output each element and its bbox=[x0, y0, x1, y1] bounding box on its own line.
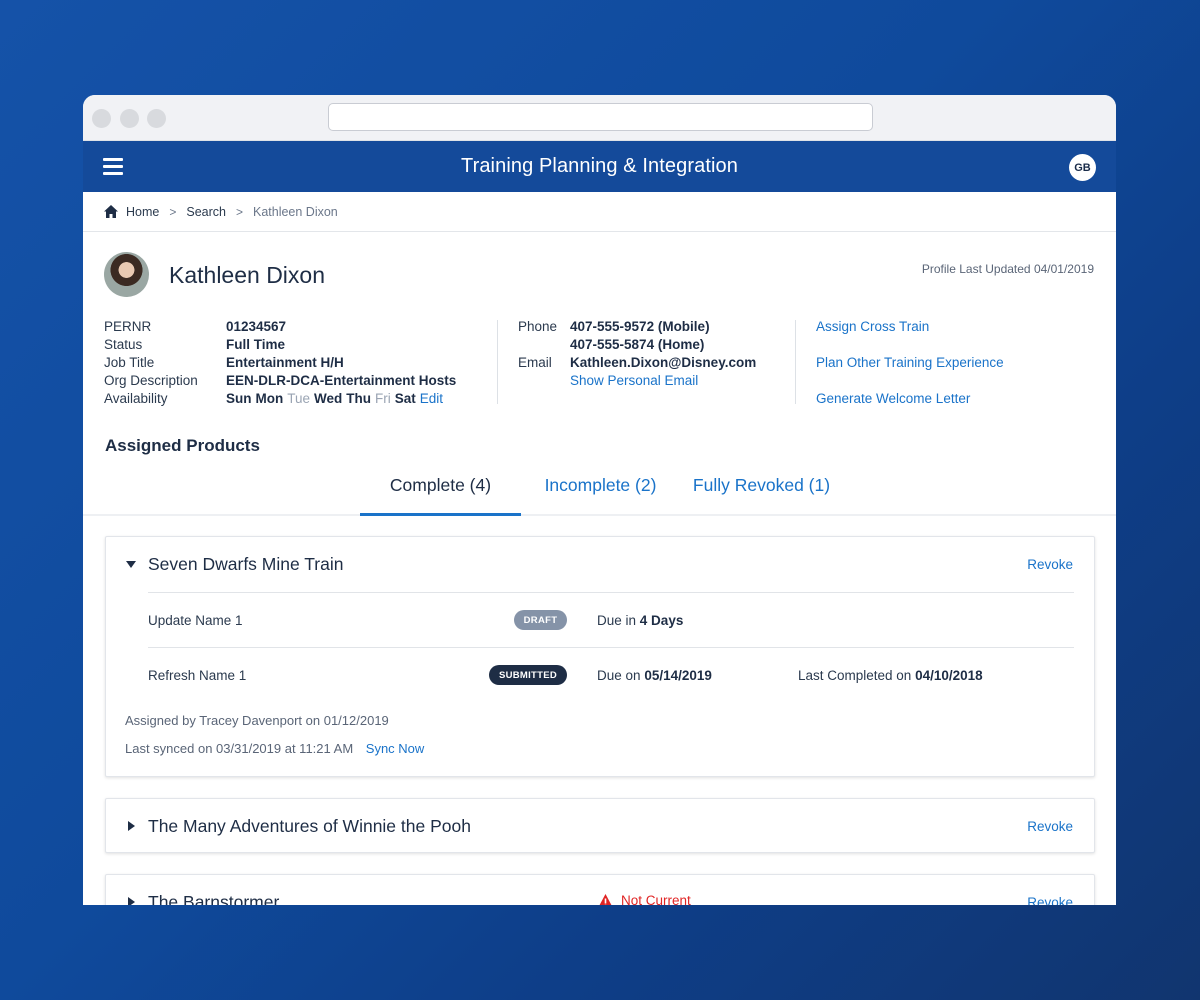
browser-window: Training Planning & Integration GB Home … bbox=[83, 95, 1116, 905]
product-card-header[interactable]: The Many Adventures of Winnie the Pooh R… bbox=[106, 799, 1094, 853]
product-title: The Many Adventures of Winnie the Pooh bbox=[148, 815, 471, 836]
browser-chrome bbox=[83, 95, 1116, 141]
email-value: Kathleen.Dixon@Disney.com bbox=[570, 355, 757, 370]
profile-photo bbox=[104, 252, 149, 297]
course-name: Refresh Name 1 bbox=[148, 667, 247, 683]
column-divider bbox=[795, 320, 796, 404]
last-completed-text: Last Completed on 04/10/2018 bbox=[798, 667, 983, 683]
profile-actions: Assign Cross Train Plan Other Training E… bbox=[816, 318, 1004, 426]
tab-incomplete[interactable]: Incomplete (2) bbox=[538, 475, 663, 516]
phone-label: Phone bbox=[518, 319, 558, 334]
caret-right-icon[interactable] bbox=[128, 821, 135, 831]
phone-mobile: 407-555-9572 (Mobile) bbox=[570, 319, 710, 334]
breadcrumb: Home > Search > Kathleen Dixon bbox=[83, 192, 1116, 232]
phone-home: 407-555-5874 (Home) bbox=[570, 337, 705, 352]
window-close-dot[interactable] bbox=[92, 109, 111, 128]
generate-welcome-letter-link[interactable]: Generate Welcome Letter bbox=[816, 391, 970, 406]
window-maximize-dot[interactable] bbox=[147, 109, 166, 128]
status-badge: DRAFT bbox=[514, 610, 567, 630]
day-tue: Tue bbox=[287, 391, 311, 406]
revoke-button[interactable]: Revoke bbox=[1027, 895, 1073, 906]
revoke-button[interactable]: Revoke bbox=[1027, 819, 1073, 834]
assign-cross-train-link[interactable]: Assign Cross Train bbox=[816, 319, 929, 334]
last-synced-text: Last synced on 03/31/2019 at 11:21 AM Sy… bbox=[125, 741, 425, 756]
plan-other-training-link[interactable]: Plan Other Training Experience bbox=[816, 355, 1004, 370]
product-card-header[interactable]: Seven Dwarfs Mine Train Revoke bbox=[106, 537, 1094, 591]
breadcrumb-home[interactable]: Home bbox=[126, 205, 159, 219]
due-text: Due in 4 Days bbox=[597, 612, 684, 628]
availability-days: Sun Mon Tue Wed Thu Fri Sat Edit bbox=[226, 390, 443, 408]
sync-now-link[interactable]: Sync Now bbox=[366, 741, 425, 756]
course-row: Update Name 1 DRAFT Due in 4 Days bbox=[148, 593, 1074, 647]
pernr-value: 01234567 bbox=[226, 319, 287, 334]
day-wed: Wed bbox=[314, 391, 343, 406]
employee-info: PERNR 01234567 Status Full Time Job Title E… bbox=[104, 318, 456, 408]
org-label: Org Description bbox=[104, 373, 198, 388]
breadcrumb-search[interactable]: Search bbox=[186, 205, 226, 219]
course-row: Refresh Name 1 SUBMITTED Due on 05/14/20… bbox=[148, 648, 1074, 702]
status-badge: SUBMITTED bbox=[489, 665, 567, 685]
product-card-header[interactable]: The Barnstormer Not Current Revoke bbox=[106, 875, 1094, 905]
app-header: Training Planning & Integration GB bbox=[83, 141, 1116, 192]
product-title: The Barnstormer bbox=[148, 891, 280, 906]
day-sun: Sun bbox=[226, 391, 252, 406]
edit-availability-link[interactable]: Edit bbox=[420, 391, 443, 406]
url-bar[interactable] bbox=[328, 103, 873, 131]
course-name: Update Name 1 bbox=[148, 612, 243, 628]
job-title-value: Entertainment H/H bbox=[226, 355, 344, 370]
window-minimize-dot[interactable] bbox=[120, 109, 139, 128]
breadcrumb-current: Kathleen Dixon bbox=[252, 204, 338, 219]
profile-last-updated: Profile Last Updated 04/01/2019 bbox=[921, 262, 1094, 276]
column-divider bbox=[497, 320, 498, 404]
chevron-right-icon: > bbox=[235, 204, 243, 219]
caret-down-icon[interactable] bbox=[126, 561, 136, 568]
not-current-warning: Not Current bbox=[598, 893, 691, 905]
day-thu: Thu bbox=[346, 391, 372, 406]
tab-fully-revoked[interactable]: Fully Revoked (1) bbox=[689, 475, 834, 516]
home-icon[interactable] bbox=[104, 205, 118, 218]
user-avatar[interactable]: GB bbox=[1069, 154, 1096, 181]
show-personal-email-link[interactable]: Show Personal Email bbox=[570, 372, 698, 390]
menu-icon[interactable] bbox=[103, 158, 123, 176]
tab-complete[interactable]: Complete (4) bbox=[360, 475, 521, 516]
product-card: The Barnstormer Not Current Revoke bbox=[105, 874, 1095, 905]
contact-info: Phone 407-555-9572 (Mobile) 407-555-5874 … bbox=[518, 318, 756, 390]
product-tabs: Complete (4) Incomplete (2) Fully Revoke… bbox=[83, 466, 1116, 516]
pernr-label: PERNR bbox=[104, 319, 152, 334]
day-sat: Sat bbox=[394, 391, 416, 406]
due-text: Due on 05/14/2019 bbox=[597, 667, 712, 683]
availability-label: Availability bbox=[104, 391, 168, 406]
warning-icon bbox=[599, 893, 612, 905]
product-card: Seven Dwarfs Mine Train Revoke Update Na… bbox=[105, 536, 1095, 777]
caret-right-icon[interactable] bbox=[128, 897, 135, 905]
job-title-label: Job Title bbox=[104, 355, 155, 370]
product-card: The Many Adventures of Winnie the Pooh R… bbox=[105, 798, 1095, 853]
assigned-by-text: Assigned by Tracey Davenport on 01/12/20… bbox=[125, 713, 389, 728]
profile-section: Kathleen Dixon Profile Last Updated 04/0… bbox=[83, 232, 1116, 424]
person-name: Kathleen Dixon bbox=[169, 262, 325, 288]
revoke-button[interactable]: Revoke bbox=[1027, 557, 1073, 572]
day-fri: Fri bbox=[375, 391, 391, 406]
app-title: Training Planning & Integration bbox=[461, 155, 738, 177]
chevron-right-icon: > bbox=[169, 204, 177, 219]
assigned-products-title: Assigned Products bbox=[105, 436, 260, 455]
product-list: Seven Dwarfs Mine Train Revoke Update Na… bbox=[83, 518, 1116, 905]
email-label: Email bbox=[518, 355, 552, 370]
org-value: EEN-DLR-DCA-Entertainment Hosts bbox=[226, 373, 457, 388]
status-value: Full Time bbox=[226, 337, 286, 352]
status-label: Status bbox=[104, 337, 143, 352]
day-mon: Mon bbox=[255, 391, 284, 406]
product-title: Seven Dwarfs Mine Train bbox=[148, 553, 344, 574]
